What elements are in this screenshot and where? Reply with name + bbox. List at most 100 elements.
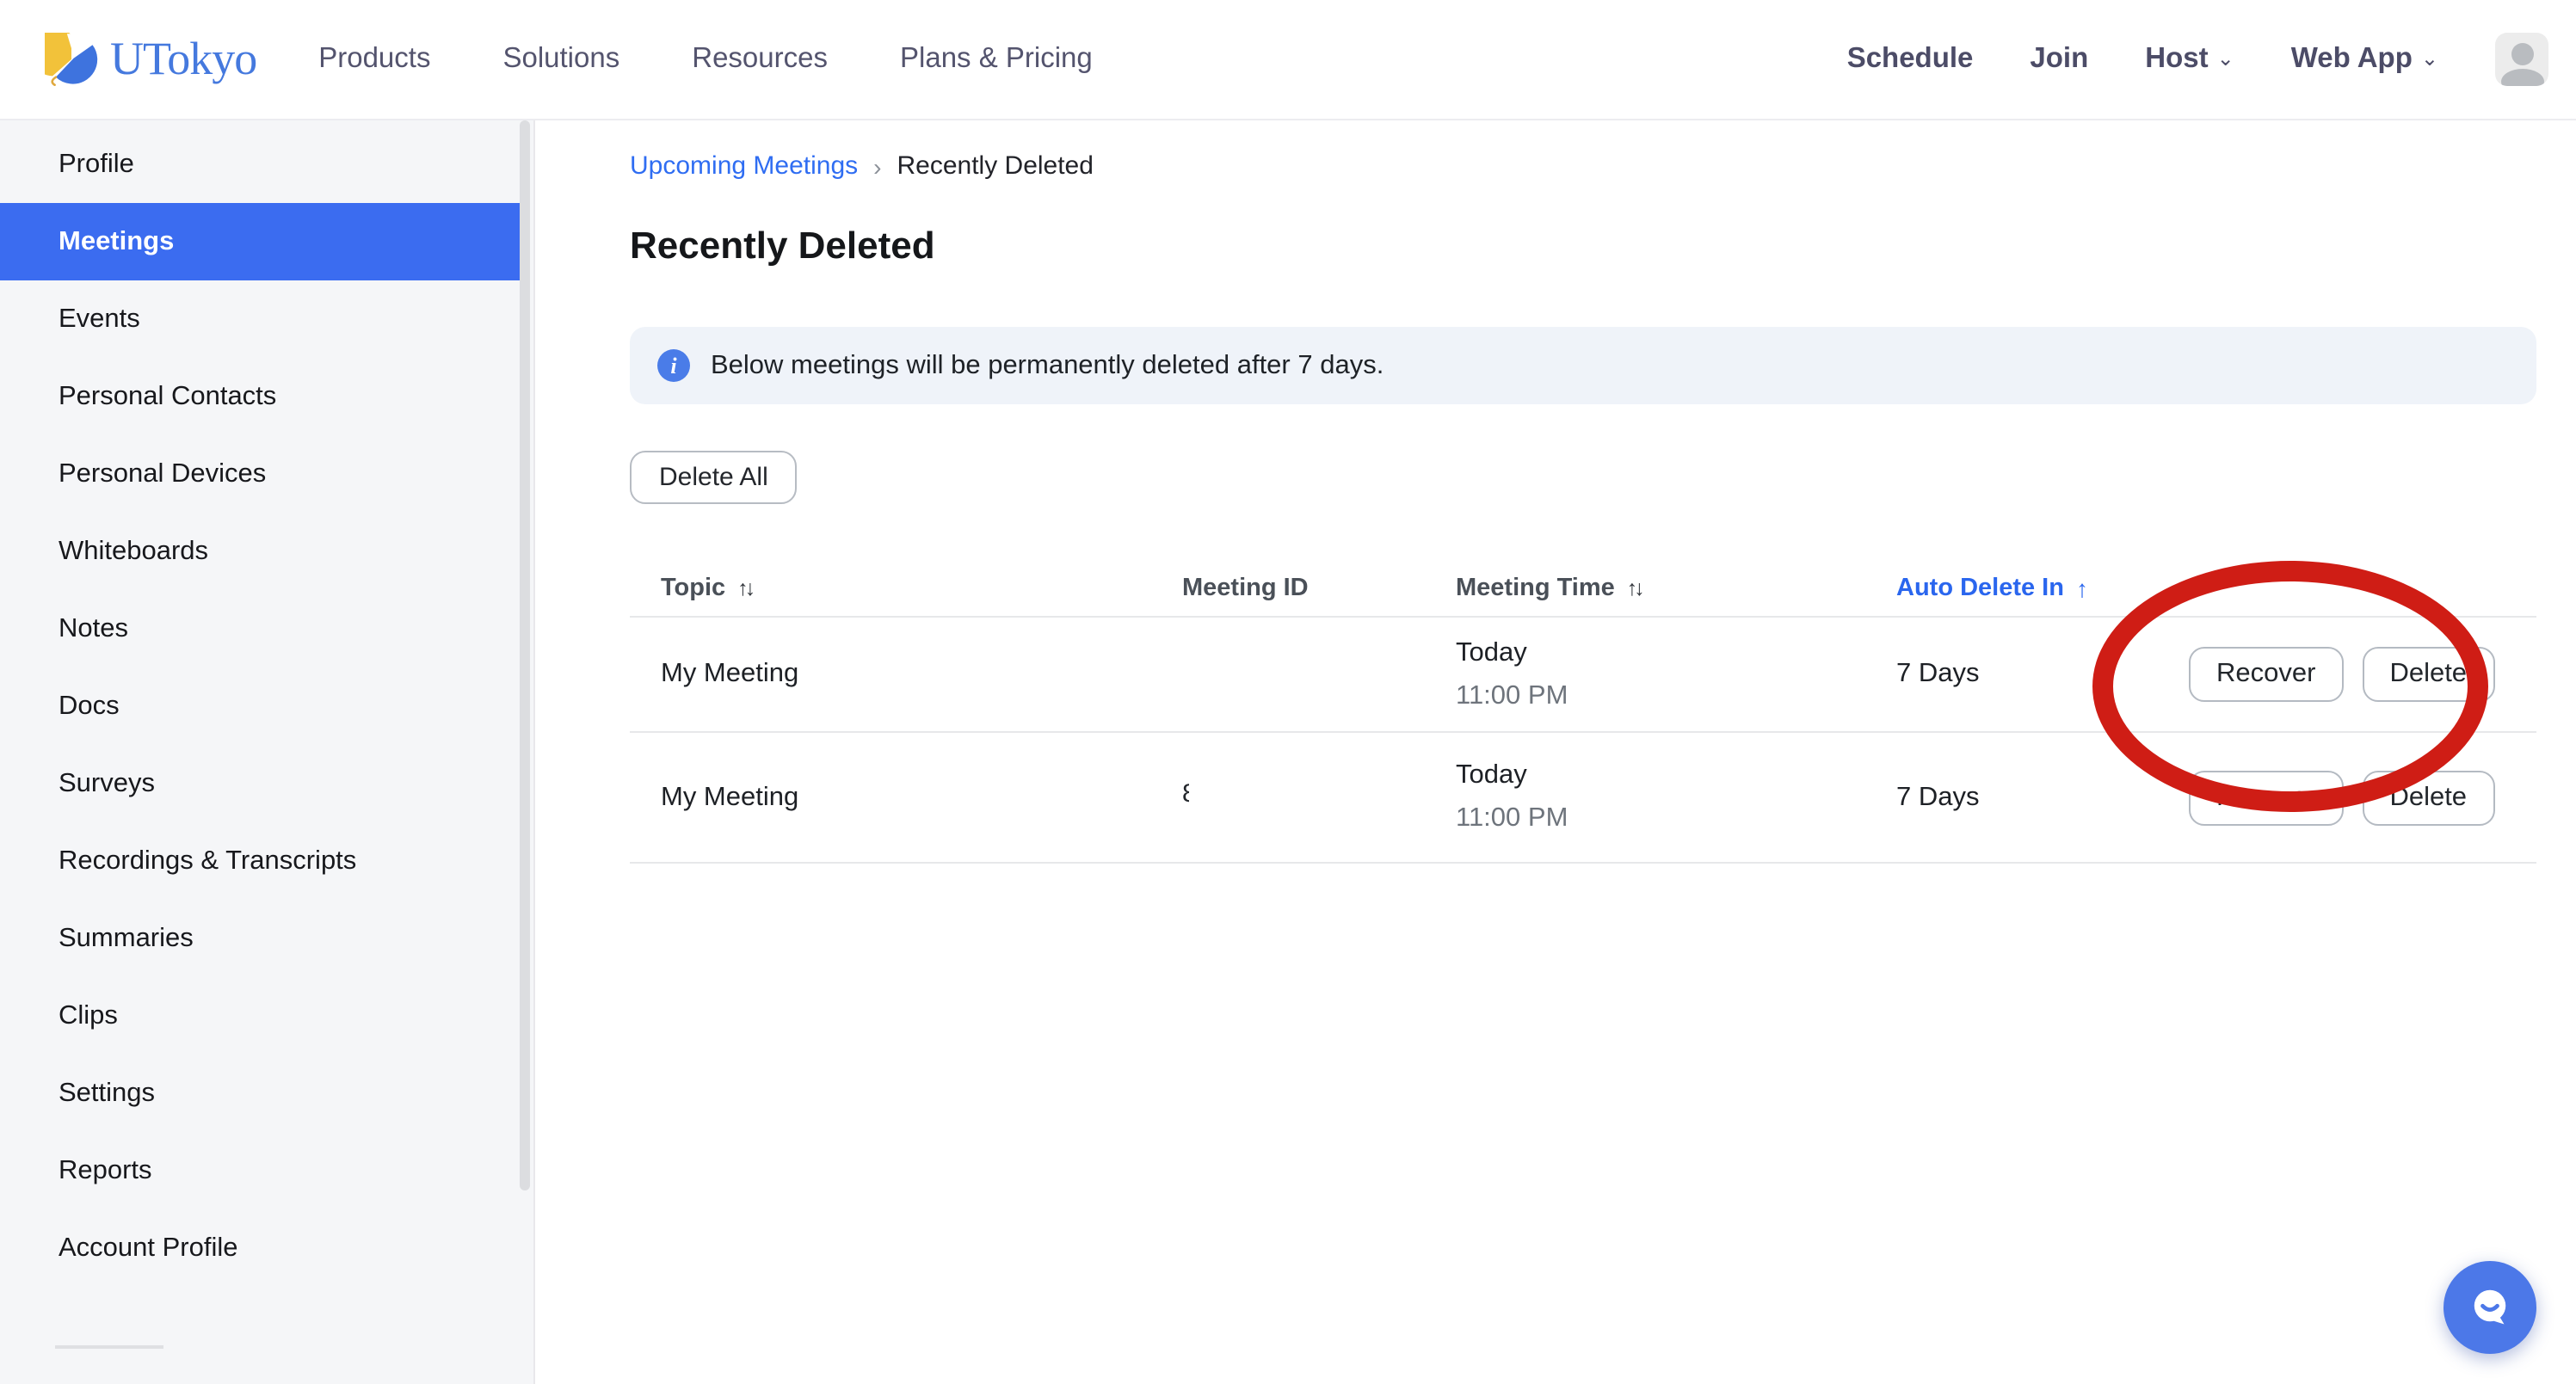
- sidebar-item-label: Personal Contacts: [59, 381, 276, 412]
- sidebar-item-label: Meetings: [59, 226, 174, 257]
- meeting-time-clock: 11:00 PM: [1456, 680, 1896, 711]
- nav-resources[interactable]: Resources: [692, 43, 828, 76]
- sidebar-item-clips[interactable]: Clips: [0, 977, 523, 1055]
- sidebar-item-notes[interactable]: Notes: [0, 590, 523, 667]
- sidebar-item-label: Settings: [59, 1078, 155, 1109]
- sidebar-item-label: Reports: [59, 1155, 152, 1186]
- delete-button[interactable]: Delete: [2362, 770, 2494, 825]
- sidebar-item-label: Events: [59, 304, 140, 335]
- recover-button[interactable]: Recover: [2189, 647, 2343, 702]
- recover-button[interactable]: Recover: [2189, 770, 2343, 825]
- chevron-right-icon: ›: [873, 152, 881, 180]
- column-header-auto-delete-in[interactable]: Auto Delete In ↑: [1896, 574, 2189, 601]
- sidebar-item-personal-devices[interactable]: Personal Devices: [0, 435, 523, 513]
- utokyo-logo[interactable]: UTokyo: [45, 33, 256, 86]
- cell-meeting-id: 8: [1182, 778, 1456, 816]
- sidebar-item-summaries[interactable]: Summaries: [0, 900, 523, 977]
- nav-schedule-label: Schedule: [1847, 43, 1974, 76]
- nav-host-menu[interactable]: Host ⌄: [2145, 43, 2234, 76]
- user-avatar[interactable]: [2495, 33, 2548, 86]
- nav-web-app-label: Web App: [2291, 43, 2413, 76]
- sidebar-item-account-profile[interactable]: Account Profile: [0, 1209, 523, 1287]
- nav-products[interactable]: Products: [318, 43, 430, 76]
- info-banner-text: Below meetings will be permanently delet…: [711, 350, 1384, 381]
- sidebar-item-docs[interactable]: Docs: [0, 667, 523, 745]
- sidebar-item-meetings[interactable]: Meetings: [0, 203, 523, 280]
- column-header-meeting-id: Meeting ID: [1182, 574, 1456, 601]
- sidebar-item-events[interactable]: Events: [0, 280, 523, 358]
- table-header-row: Topic ↑↓ Meeting ID Meeting Time ↑↓ Auto…: [630, 559, 2536, 618]
- logo-wordmark: UTokyo: [110, 33, 256, 86]
- cell-topic: My Meeting: [630, 659, 1182, 690]
- sidebar-item-label: Notes: [59, 613, 128, 644]
- cell-auto-delete-in: 7 Days: [1896, 782, 2189, 813]
- column-header-label: Auto Delete In: [1896, 574, 2064, 601]
- chevron-down-icon: ⌄: [2217, 46, 2234, 70]
- sidebar-item-label: Summaries: [59, 923, 194, 954]
- sidebar: Profile Meetings Events Personal Contact…: [0, 120, 535, 1384]
- sidebar-item-label: Whiteboards: [59, 536, 208, 567]
- sidebar-footer-divider: [55, 1345, 163, 1349]
- sidebar-item-reports[interactable]: Reports: [0, 1132, 523, 1209]
- sort-updown-icon[interactable]: ↑↓: [1627, 575, 1642, 600]
- avatar-person-icon: [2500, 69, 2543, 86]
- sidebar-item-whiteboards[interactable]: Whiteboards: [0, 513, 523, 590]
- breadcrumb: Upcoming Meetings › Recently Deleted: [630, 151, 1094, 181]
- cell-actions: Recover Delete: [2189, 647, 2570, 702]
- chat-support-button[interactable]: [2444, 1261, 2536, 1354]
- avatar-person-icon: [2511, 43, 2533, 65]
- meeting-id-fragment: 8: [1182, 778, 1189, 808]
- breadcrumb-upcoming-meetings-link[interactable]: Upcoming Meetings: [630, 151, 858, 181]
- meeting-time-clock: 11:00 PM: [1456, 803, 1896, 834]
- column-header-label: Topic: [661, 574, 725, 601]
- nav-plans-pricing[interactable]: Plans & Pricing: [900, 43, 1093, 76]
- sidebar-item-label: Surveys: [59, 768, 155, 799]
- sidebar-item-label: Clips: [59, 1000, 118, 1031]
- main-nav: Products Solutions Resources Plans & Pri…: [318, 43, 1093, 76]
- page-title: Recently Deleted: [630, 224, 935, 268]
- column-header-label: Meeting ID: [1182, 574, 1309, 601]
- meeting-time-day: Today: [1456, 637, 1896, 668]
- utokyo-ginkgo-icon: [45, 33, 98, 86]
- top-header: UTokyo Products Solutions Resources Plan…: [0, 0, 2576, 120]
- cell-auto-delete-in: 7 Days: [1896, 659, 2189, 690]
- cell-meeting-time: Today 11:00 PM: [1456, 637, 1896, 711]
- nav-join-label: Join: [2030, 43, 2088, 76]
- nav-join[interactable]: Join: [2030, 43, 2088, 76]
- sidebar-item-label: Recordings & Transcripts: [59, 846, 356, 877]
- sidebar-list: Profile Meetings Events Personal Contact…: [0, 120, 533, 1287]
- sidebar-scrollbar[interactable]: [520, 120, 530, 1190]
- nav-host-label: Host: [2145, 43, 2208, 76]
- nav-solutions[interactable]: Solutions: [502, 43, 619, 76]
- sort-up-icon[interactable]: ↑: [2076, 574, 2088, 601]
- column-header-meeting-time[interactable]: Meeting Time ↑↓: [1456, 574, 1896, 601]
- column-header-topic[interactable]: Topic ↑↓: [630, 574, 1182, 601]
- table-row: My Meeting 8 Today 11:00 PM 7 Days Recov…: [630, 733, 2536, 864]
- sidebar-item-label: Profile: [59, 149, 134, 180]
- sort-updown-icon[interactable]: ↑↓: [737, 575, 752, 600]
- sidebar-item-recordings-transcripts[interactable]: Recordings & Transcripts: [0, 822, 523, 900]
- table-row: My Meeting Today 11:00 PM 7 Days Recover…: [630, 618, 2536, 733]
- cell-meeting-time: Today 11:00 PM: [1456, 760, 1896, 834]
- cell-actions: Recover Delete: [2189, 770, 2570, 825]
- column-header-label: Meeting Time: [1456, 574, 1615, 601]
- cell-topic: My Meeting: [630, 782, 1182, 813]
- nav-web-app-menu[interactable]: Web App ⌄: [2291, 43, 2438, 76]
- info-icon: i: [657, 349, 690, 382]
- breadcrumb-current: Recently Deleted: [897, 151, 1093, 181]
- sidebar-item-label: Personal Devices: [59, 458, 266, 489]
- sidebar-item-personal-contacts[interactable]: Personal Contacts: [0, 358, 523, 435]
- sidebar-item-settings[interactable]: Settings: [0, 1055, 523, 1132]
- sidebar-item-profile[interactable]: Profile: [0, 126, 523, 203]
- delete-all-button[interactable]: Delete All: [630, 451, 798, 504]
- main-content: Upcoming Meetings › Recently Deleted Rec…: [537, 120, 2576, 1384]
- sidebar-item-surveys[interactable]: Surveys: [0, 745, 523, 822]
- delete-button[interactable]: Delete: [2362, 647, 2494, 702]
- deleted-meetings-table: Topic ↑↓ Meeting ID Meeting Time ↑↓ Auto…: [630, 559, 2536, 864]
- meeting-time-day: Today: [1456, 760, 1896, 791]
- chat-bubble-icon: [2464, 1282, 2516, 1333]
- sidebar-item-label: Account Profile: [59, 1233, 238, 1264]
- info-banner: i Below meetings will be permanently del…: [630, 327, 2536, 404]
- nav-schedule[interactable]: Schedule: [1847, 43, 1974, 76]
- sidebar-item-label: Docs: [59, 691, 120, 722]
